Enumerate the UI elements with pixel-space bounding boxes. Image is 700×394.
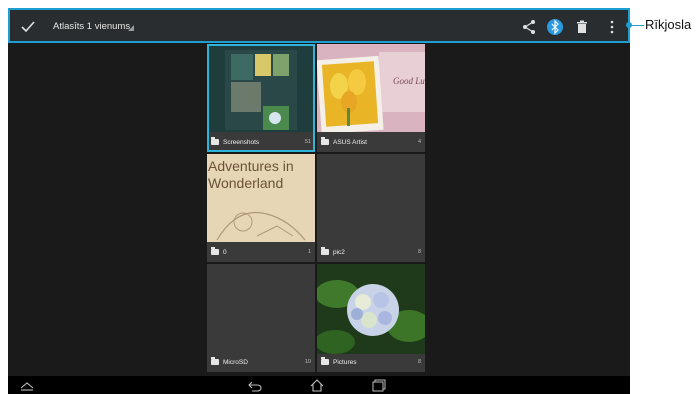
album-count: 8 [417,359,421,365]
album-thumbnail: Good Lu [317,44,425,135]
album-tile-0[interactable]: Adventures in Wonderland 0 1 [207,154,315,262]
back-icon[interactable] [248,379,262,392]
collapse-icon[interactable] [20,379,34,392]
sketch-illustration [216,211,306,241]
album-caption: Pictures 8 [317,352,425,372]
action-bar: Atlasīts 1 vienums [8,8,630,43]
album-name: 0 [223,248,227,256]
album-name: ASUS Artist [333,138,367,146]
thumbnail-book-title: Adventures in Wonderland [208,158,294,191]
album-name: pic2 [333,248,345,256]
album-caption: 0 1 [207,242,315,262]
folder-icon [321,137,329,145]
folder-icon [211,247,219,255]
album-count: 51 [304,139,311,145]
folder-icon [321,357,329,365]
album-tile-screenshots[interactable]: Screenshots 51 [207,44,315,152]
selection-count-title[interactable]: Atlasīts 1 vienums [53,21,130,32]
bluetooth-icon[interactable] [546,18,564,36]
album-thumbnail: Adventures in Wonderland [207,154,315,242]
callout-line [630,25,644,26]
album-name: Pictures [333,358,357,366]
album-count: 8 [417,249,421,255]
album-name: MicroSD [223,358,248,366]
album-tile-pic2[interactable]: pic2 8 [317,154,425,262]
svg-text:Good Lu: Good Lu [393,76,425,86]
toolbar-callout-label: Rīkjosla [645,17,692,32]
album-count: 1 [307,249,311,255]
share-icon[interactable] [520,18,538,36]
album-count: 10 [304,359,311,365]
system-nav-bar [8,376,630,394]
album-thumbnail [317,264,425,354]
album-tile-asus-artist[interactable]: Good Lu ASUS Artist 4 [317,44,425,152]
album-name: Screenshots [223,138,260,146]
recent-apps-icon[interactable] [372,379,386,392]
home-icon[interactable] [310,379,324,392]
check-icon[interactable] [19,18,37,36]
trash-icon[interactable] [573,18,591,36]
album-caption: MicroSD 10 [207,352,315,372]
overflow-menu-icon[interactable] [603,18,621,36]
album-caption: Screenshots 51 [207,132,315,152]
album-thumbnail [207,44,315,132]
album-tile-pictures[interactable]: Pictures 8 [317,264,425,372]
folder-icon [211,137,219,145]
album-count: 4 [417,139,421,145]
folder-icon [211,357,219,365]
dropdown-indicator [128,25,134,31]
album-caption: pic2 8 [317,242,425,262]
folder-icon [321,247,329,255]
album-caption: ASUS Artist 4 [317,132,425,152]
gallery-screen: Atlasīts 1 vienums Screenshots 51 Good L… [8,8,630,394]
album-tile-microsd[interactable]: MicroSD 10 [207,264,315,372]
